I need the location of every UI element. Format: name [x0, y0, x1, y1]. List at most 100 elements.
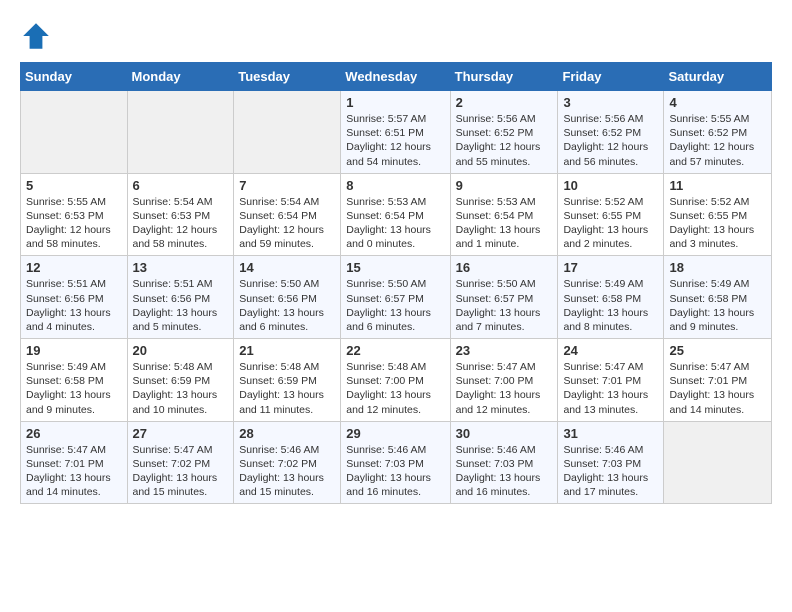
day-number: 1	[346, 95, 444, 110]
day-number: 28	[239, 426, 335, 441]
calendar-table: SundayMondayTuesdayWednesdayThursdayFrid…	[20, 62, 772, 504]
day-number: 7	[239, 178, 335, 193]
calendar-cell: 21 Sunrise: 5:48 AM Sunset: 6:59 PM Dayli…	[234, 339, 341, 422]
day-info: Sunrise: 5:50 AM Sunset: 6:57 PM Dayligh…	[456, 277, 553, 334]
day-number: 14	[239, 260, 335, 275]
day-info: Sunrise: 5:47 AM Sunset: 7:01 PM Dayligh…	[669, 360, 766, 417]
calendar-cell: 24 Sunrise: 5:47 AM Sunset: 7:01 PM Dayli…	[558, 339, 664, 422]
day-number: 30	[456, 426, 553, 441]
day-info: Sunrise: 5:50 AM Sunset: 6:56 PM Dayligh…	[239, 277, 335, 334]
day-number: 23	[456, 343, 553, 358]
day-info: Sunrise: 5:54 AM Sunset: 6:53 PM Dayligh…	[133, 195, 229, 252]
day-info: Sunrise: 5:54 AM Sunset: 6:54 PM Dayligh…	[239, 195, 335, 252]
day-info: Sunrise: 5:49 AM Sunset: 6:58 PM Dayligh…	[669, 277, 766, 334]
calendar-week-row: 5 Sunrise: 5:55 AM Sunset: 6:53 PM Daylig…	[21, 173, 772, 256]
day-number: 6	[133, 178, 229, 193]
calendar-week-row: 12 Sunrise: 5:51 AM Sunset: 6:56 PM Dayli…	[21, 256, 772, 339]
day-number: 26	[26, 426, 122, 441]
logo	[20, 20, 56, 52]
day-number: 17	[563, 260, 658, 275]
day-number: 2	[456, 95, 553, 110]
day-number: 12	[26, 260, 122, 275]
day-info: Sunrise: 5:53 AM Sunset: 6:54 PM Dayligh…	[346, 195, 444, 252]
day-number: 25	[669, 343, 766, 358]
calendar-cell: 29 Sunrise: 5:46 AM Sunset: 7:03 PM Dayli…	[341, 421, 450, 504]
day-info: Sunrise: 5:51 AM Sunset: 6:56 PM Dayligh…	[133, 277, 229, 334]
day-info: Sunrise: 5:55 AM Sunset: 6:53 PM Dayligh…	[26, 195, 122, 252]
day-info: Sunrise: 5:50 AM Sunset: 6:57 PM Dayligh…	[346, 277, 444, 334]
day-info: Sunrise: 5:48 AM Sunset: 6:59 PM Dayligh…	[239, 360, 335, 417]
calendar-cell: 23 Sunrise: 5:47 AM Sunset: 7:00 PM Dayli…	[450, 339, 558, 422]
calendar-cell: 4 Sunrise: 5:55 AM Sunset: 6:52 PM Daylig…	[664, 91, 772, 174]
weekday-header-wednesday: Wednesday	[341, 63, 450, 91]
calendar-cell: 22 Sunrise: 5:48 AM Sunset: 7:00 PM Dayli…	[341, 339, 450, 422]
calendar-cell: 11Sunrise: 5:52 AM Sunset: 6:55 PM Dayli…	[664, 173, 772, 256]
weekday-header-tuesday: Tuesday	[234, 63, 341, 91]
calendar-cell: 2 Sunrise: 5:56 AM Sunset: 6:52 PM Daylig…	[450, 91, 558, 174]
calendar-cell: 13 Sunrise: 5:51 AM Sunset: 6:56 PM Dayli…	[127, 256, 234, 339]
day-number: 20	[133, 343, 229, 358]
day-info: Sunrise: 5:47 AM Sunset: 7:01 PM Dayligh…	[563, 360, 658, 417]
day-number: 5	[26, 178, 122, 193]
day-info: Sunrise: 5:55 AM Sunset: 6:52 PM Dayligh…	[669, 112, 766, 169]
calendar-cell: 10 Sunrise: 5:52 AM Sunset: 6:55 PM Dayli…	[558, 173, 664, 256]
day-info: Sunrise: 5:53 AM Sunset: 6:54 PM Dayligh…	[456, 195, 553, 252]
day-number: 18	[669, 260, 766, 275]
day-info: Sunrise: 5:46 AM Sunset: 7:03 PM Dayligh…	[346, 443, 444, 500]
calendar-cell: 14 Sunrise: 5:50 AM Sunset: 6:56 PM Dayli…	[234, 256, 341, 339]
day-number: 13	[133, 260, 229, 275]
day-number: 10	[563, 178, 658, 193]
day-number: 21	[239, 343, 335, 358]
day-info: Sunrise: 5:48 AM Sunset: 6:59 PM Dayligh…	[133, 360, 229, 417]
calendar-cell: 17Sunrise: 5:49 AM Sunset: 6:58 PM Dayli…	[558, 256, 664, 339]
day-number: 15	[346, 260, 444, 275]
calendar-week-row: 1 Sunrise: 5:57 AM Sunset: 6:51 PM Daylig…	[21, 91, 772, 174]
calendar-cell	[234, 91, 341, 174]
calendar-cell: 30 Sunrise: 5:46 AM Sunset: 7:03 PM Dayli…	[450, 421, 558, 504]
calendar-cell: 1 Sunrise: 5:57 AM Sunset: 6:51 PM Daylig…	[341, 91, 450, 174]
calendar-cell	[664, 421, 772, 504]
calendar-cell: 28 Sunrise: 5:46 AM Sunset: 7:02 PM Dayli…	[234, 421, 341, 504]
day-number: 11	[669, 178, 766, 193]
day-info: Sunrise: 5:47 AM Sunset: 7:02 PM Dayligh…	[133, 443, 229, 500]
calendar-cell: 26Sunrise: 5:47 AM Sunset: 7:01 PM Dayli…	[21, 421, 128, 504]
calendar-cell: 15 Sunrise: 5:50 AM Sunset: 6:57 PM Dayli…	[341, 256, 450, 339]
weekday-header-monday: Monday	[127, 63, 234, 91]
day-info: Sunrise: 5:46 AM Sunset: 7:03 PM Dayligh…	[456, 443, 553, 500]
weekday-header-sunday: Sunday	[21, 63, 128, 91]
calendar-cell: 9Sunrise: 5:53 AM Sunset: 6:54 PM Daylig…	[450, 173, 558, 256]
calendar-cell: 7 Sunrise: 5:54 AM Sunset: 6:54 PM Daylig…	[234, 173, 341, 256]
day-number: 16	[456, 260, 553, 275]
calendar-cell: 19 Sunrise: 5:49 AM Sunset: 6:58 PM Dayli…	[21, 339, 128, 422]
calendar-cell: 27Sunrise: 5:47 AM Sunset: 7:02 PM Dayli…	[127, 421, 234, 504]
day-number: 22	[346, 343, 444, 358]
calendar-cell: 6 Sunrise: 5:54 AM Sunset: 6:53 PM Daylig…	[127, 173, 234, 256]
day-info: Sunrise: 5:56 AM Sunset: 6:52 PM Dayligh…	[456, 112, 553, 169]
calendar-week-row: 19 Sunrise: 5:49 AM Sunset: 6:58 PM Dayli…	[21, 339, 772, 422]
calendar-cell: 8 Sunrise: 5:53 AM Sunset: 6:54 PM Daylig…	[341, 173, 450, 256]
calendar-cell: 18 Sunrise: 5:49 AM Sunset: 6:58 PM Dayli…	[664, 256, 772, 339]
weekday-header-saturday: Saturday	[664, 63, 772, 91]
weekday-header-friday: Friday	[558, 63, 664, 91]
day-number: 4	[669, 95, 766, 110]
day-info: Sunrise: 5:47 AM Sunset: 7:00 PM Dayligh…	[456, 360, 553, 417]
day-number: 24	[563, 343, 658, 358]
day-info: Sunrise: 5:56 AM Sunset: 6:52 PM Dayligh…	[563, 112, 658, 169]
calendar-cell: 3 Sunrise: 5:56 AM Sunset: 6:52 PM Daylig…	[558, 91, 664, 174]
day-number: 3	[563, 95, 658, 110]
day-number: 8	[346, 178, 444, 193]
day-info: Sunrise: 5:48 AM Sunset: 7:00 PM Dayligh…	[346, 360, 444, 417]
weekday-header-row: SundayMondayTuesdayWednesdayThursdayFrid…	[21, 63, 772, 91]
calendar-cell: 31Sunrise: 5:46 AM Sunset: 7:03 PM Dayli…	[558, 421, 664, 504]
calendar-week-row: 26Sunrise: 5:47 AM Sunset: 7:01 PM Dayli…	[21, 421, 772, 504]
calendar-cell: 5 Sunrise: 5:55 AM Sunset: 6:53 PM Daylig…	[21, 173, 128, 256]
day-number: 19	[26, 343, 122, 358]
day-info: Sunrise: 5:46 AM Sunset: 7:02 PM Dayligh…	[239, 443, 335, 500]
day-info: Sunrise: 5:57 AM Sunset: 6:51 PM Dayligh…	[346, 112, 444, 169]
day-number: 31	[563, 426, 658, 441]
logo-icon	[20, 20, 52, 52]
day-number: 29	[346, 426, 444, 441]
day-info: Sunrise: 5:52 AM Sunset: 6:55 PM Dayligh…	[563, 195, 658, 252]
weekday-header-thursday: Thursday	[450, 63, 558, 91]
day-info: Sunrise: 5:49 AM Sunset: 6:58 PM Dayligh…	[26, 360, 122, 417]
